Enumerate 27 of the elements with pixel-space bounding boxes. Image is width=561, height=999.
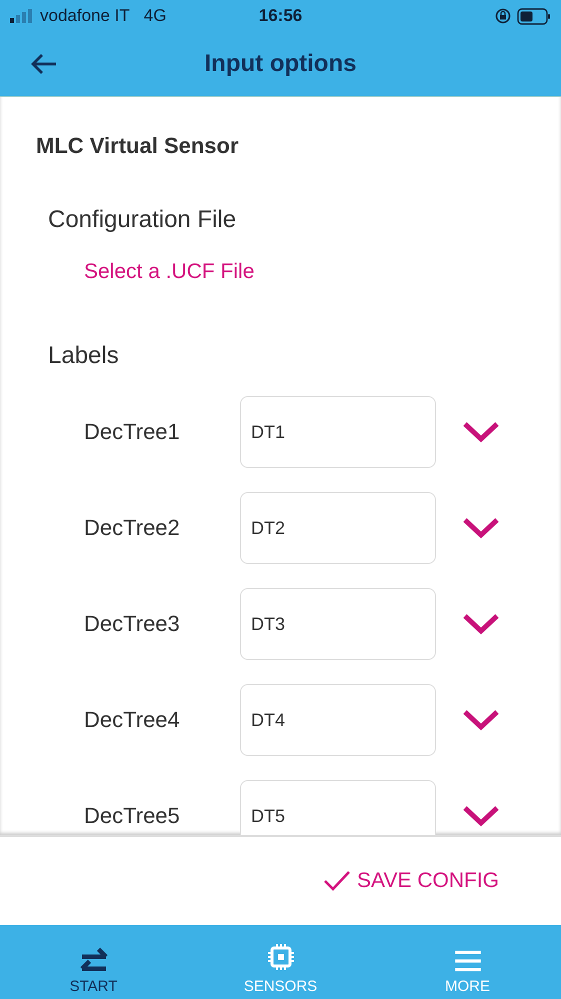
screen-title: Input options (204, 50, 356, 77)
nav-tab[interactable]: START (0, 925, 187, 999)
checkmark-icon (323, 869, 352, 893)
network-type: 4G (144, 6, 166, 26)
label-name: DecTree5 (84, 803, 181, 829)
menu-icon (452, 950, 482, 972)
label-input-field[interactable]: DT5 (240, 780, 436, 835)
section-heading: Configuration File (47, 206, 238, 234)
rotation-lock-icon (495, 8, 511, 24)
battery-icon (517, 8, 551, 24)
label-input-field[interactable]: DT4 (240, 684, 436, 756)
signal-icon (10, 9, 34, 23)
label-input-field[interactable]: DT2 (240, 492, 436, 564)
select-file-link[interactable]: Select a .UCF File (84, 260, 254, 284)
section-heading: Labels (47, 342, 120, 370)
label-name: DecTree4 (84, 707, 181, 733)
save-config-button[interactable]: SAVE CONFIG (319, 865, 503, 897)
label-name: DecTree1 (84, 419, 181, 445)
carrier-name: vodafone IT (40, 6, 130, 26)
clock-time: 16:56 (258, 6, 302, 25)
chip-icon (266, 942, 296, 972)
label-input-field[interactable]: DT3 (240, 588, 436, 660)
section-title: MLC Virtual Sensor (35, 132, 240, 159)
label-name: DecTree2 (84, 515, 181, 541)
label-name: DecTree3 (84, 611, 181, 637)
label-input-field[interactable]: DT1 (240, 396, 436, 468)
swap-arrows-icon (78, 946, 108, 972)
